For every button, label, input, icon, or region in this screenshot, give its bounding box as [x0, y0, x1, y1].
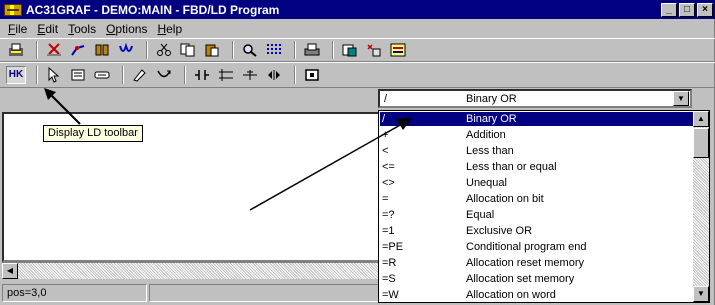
toolbar-separator [184, 66, 186, 84]
list-item[interactable]: =PE Conditional program end [380, 240, 693, 254]
horizontal-scrollbar[interactable]: ◀ [2, 262, 380, 279]
branch-icon[interactable] [240, 66, 260, 84]
grid-icon[interactable] [264, 41, 284, 59]
dropdown-arrow-icon[interactable]: ▼ [673, 91, 689, 106]
variable-box-icon[interactable] [92, 66, 112, 84]
minimize-button[interactable]: _ [661, 2, 677, 17]
scissors-icon[interactable] [154, 41, 174, 59]
list-item[interactable]: =S Allocation set memory [380, 272, 693, 286]
scroll-down-icon[interactable]: ▼ [693, 286, 709, 302]
display-ld-toolbar-button[interactable]: HK [6, 66, 26, 84]
toolbar-separator [294, 66, 296, 84]
maximize-button[interactable]: □ [679, 2, 695, 17]
editor-toolbar: HK [0, 62, 715, 88]
scroll-left-icon[interactable]: ◀ [2, 263, 18, 279]
toolbar-separator [146, 41, 148, 59]
compile-icon[interactable] [388, 41, 408, 59]
left-right-icon[interactable] [264, 66, 284, 84]
toolbar-separator [332, 41, 334, 59]
list-item[interactable]: <= Less than or equal [380, 160, 693, 174]
list-item[interactable]: / Binary OR [380, 112, 693, 126]
toolbar-separator [122, 66, 124, 84]
scroll-up-icon[interactable]: ▲ [693, 111, 709, 127]
menu-help[interactable]: Help [157, 22, 182, 36]
vertical-scrollbar[interactable]: ▲ ▼ [693, 111, 709, 302]
title-bar[interactable]: AC31GRAF - DEMO:MAIN - FBD/LD Program _ … [0, 0, 715, 19]
contact-icon[interactable] [192, 66, 212, 84]
status-position: pos=3,0 [2, 284, 147, 302]
block-frame-icon[interactable] [302, 66, 322, 84]
toolbar-separator [232, 41, 234, 59]
print-preview-icon[interactable] [6, 41, 26, 59]
list-item[interactable]: =1 Exclusive OR [380, 224, 693, 238]
list-item[interactable]: + Addition [380, 128, 693, 142]
copy-icon[interactable] [178, 41, 198, 59]
list-item[interactable]: = Allocation on bit [380, 192, 693, 206]
list-item[interactable]: =? Equal [380, 208, 693, 222]
app-icon [4, 3, 22, 16]
scroll-thumb[interactable] [693, 128, 709, 158]
main-toolbar [0, 38, 715, 62]
block-icon[interactable] [92, 41, 112, 59]
jump-icon[interactable] [154, 66, 174, 84]
cut-icon[interactable] [44, 41, 64, 59]
toolbar-separator [36, 66, 38, 84]
combo-symbol: / [384, 92, 388, 105]
list-item[interactable]: < Less than [380, 144, 693, 158]
toolbar-separator [294, 41, 296, 59]
list-item[interactable]: =R Allocation reset memory [380, 256, 693, 270]
printer-icon[interactable] [302, 41, 322, 59]
coil-icon[interactable] [116, 41, 136, 59]
main-window: AC31GRAF - DEMO:MAIN - FBD/LD Program _ … [0, 0, 715, 305]
menu-tools[interactable]: Tools [68, 22, 96, 36]
comment-icon[interactable] [130, 66, 150, 84]
operator-combobox[interactable]: / Binary OR ▼ [378, 89, 692, 108]
menu-bar: File Edit Tools Options Help [0, 19, 715, 38]
zoom-icon[interactable] [240, 41, 260, 59]
window-title: AC31GRAF - DEMO:MAIN - FBD/LD Program [26, 2, 280, 17]
status-panel [149, 284, 379, 302]
menu-edit[interactable]: Edit [37, 22, 58, 36]
tooltip: Display LD toolbar [43, 125, 143, 142]
variables-icon[interactable] [364, 41, 384, 59]
combo-description: Binary OR [466, 92, 517, 105]
wire-icon[interactable] [68, 41, 88, 59]
list-item[interactable]: =W Allocation on word [380, 288, 693, 302]
menu-options[interactable]: Options [106, 22, 147, 36]
toolbar-separator [36, 41, 38, 59]
properties-icon[interactable] [340, 41, 360, 59]
select-pointer-icon[interactable] [44, 66, 64, 84]
menu-file[interactable]: File [8, 22, 27, 36]
function-block-icon[interactable] [68, 66, 88, 84]
parallel-contact-icon[interactable] [216, 66, 236, 84]
close-button[interactable]: × [697, 2, 713, 17]
list-item[interactable]: <> Unequal [380, 176, 693, 190]
paste-icon[interactable] [202, 41, 222, 59]
operator-dropdown-list[interactable]: / Binary OR + Addition < Less than <= Less t… [378, 110, 710, 303]
